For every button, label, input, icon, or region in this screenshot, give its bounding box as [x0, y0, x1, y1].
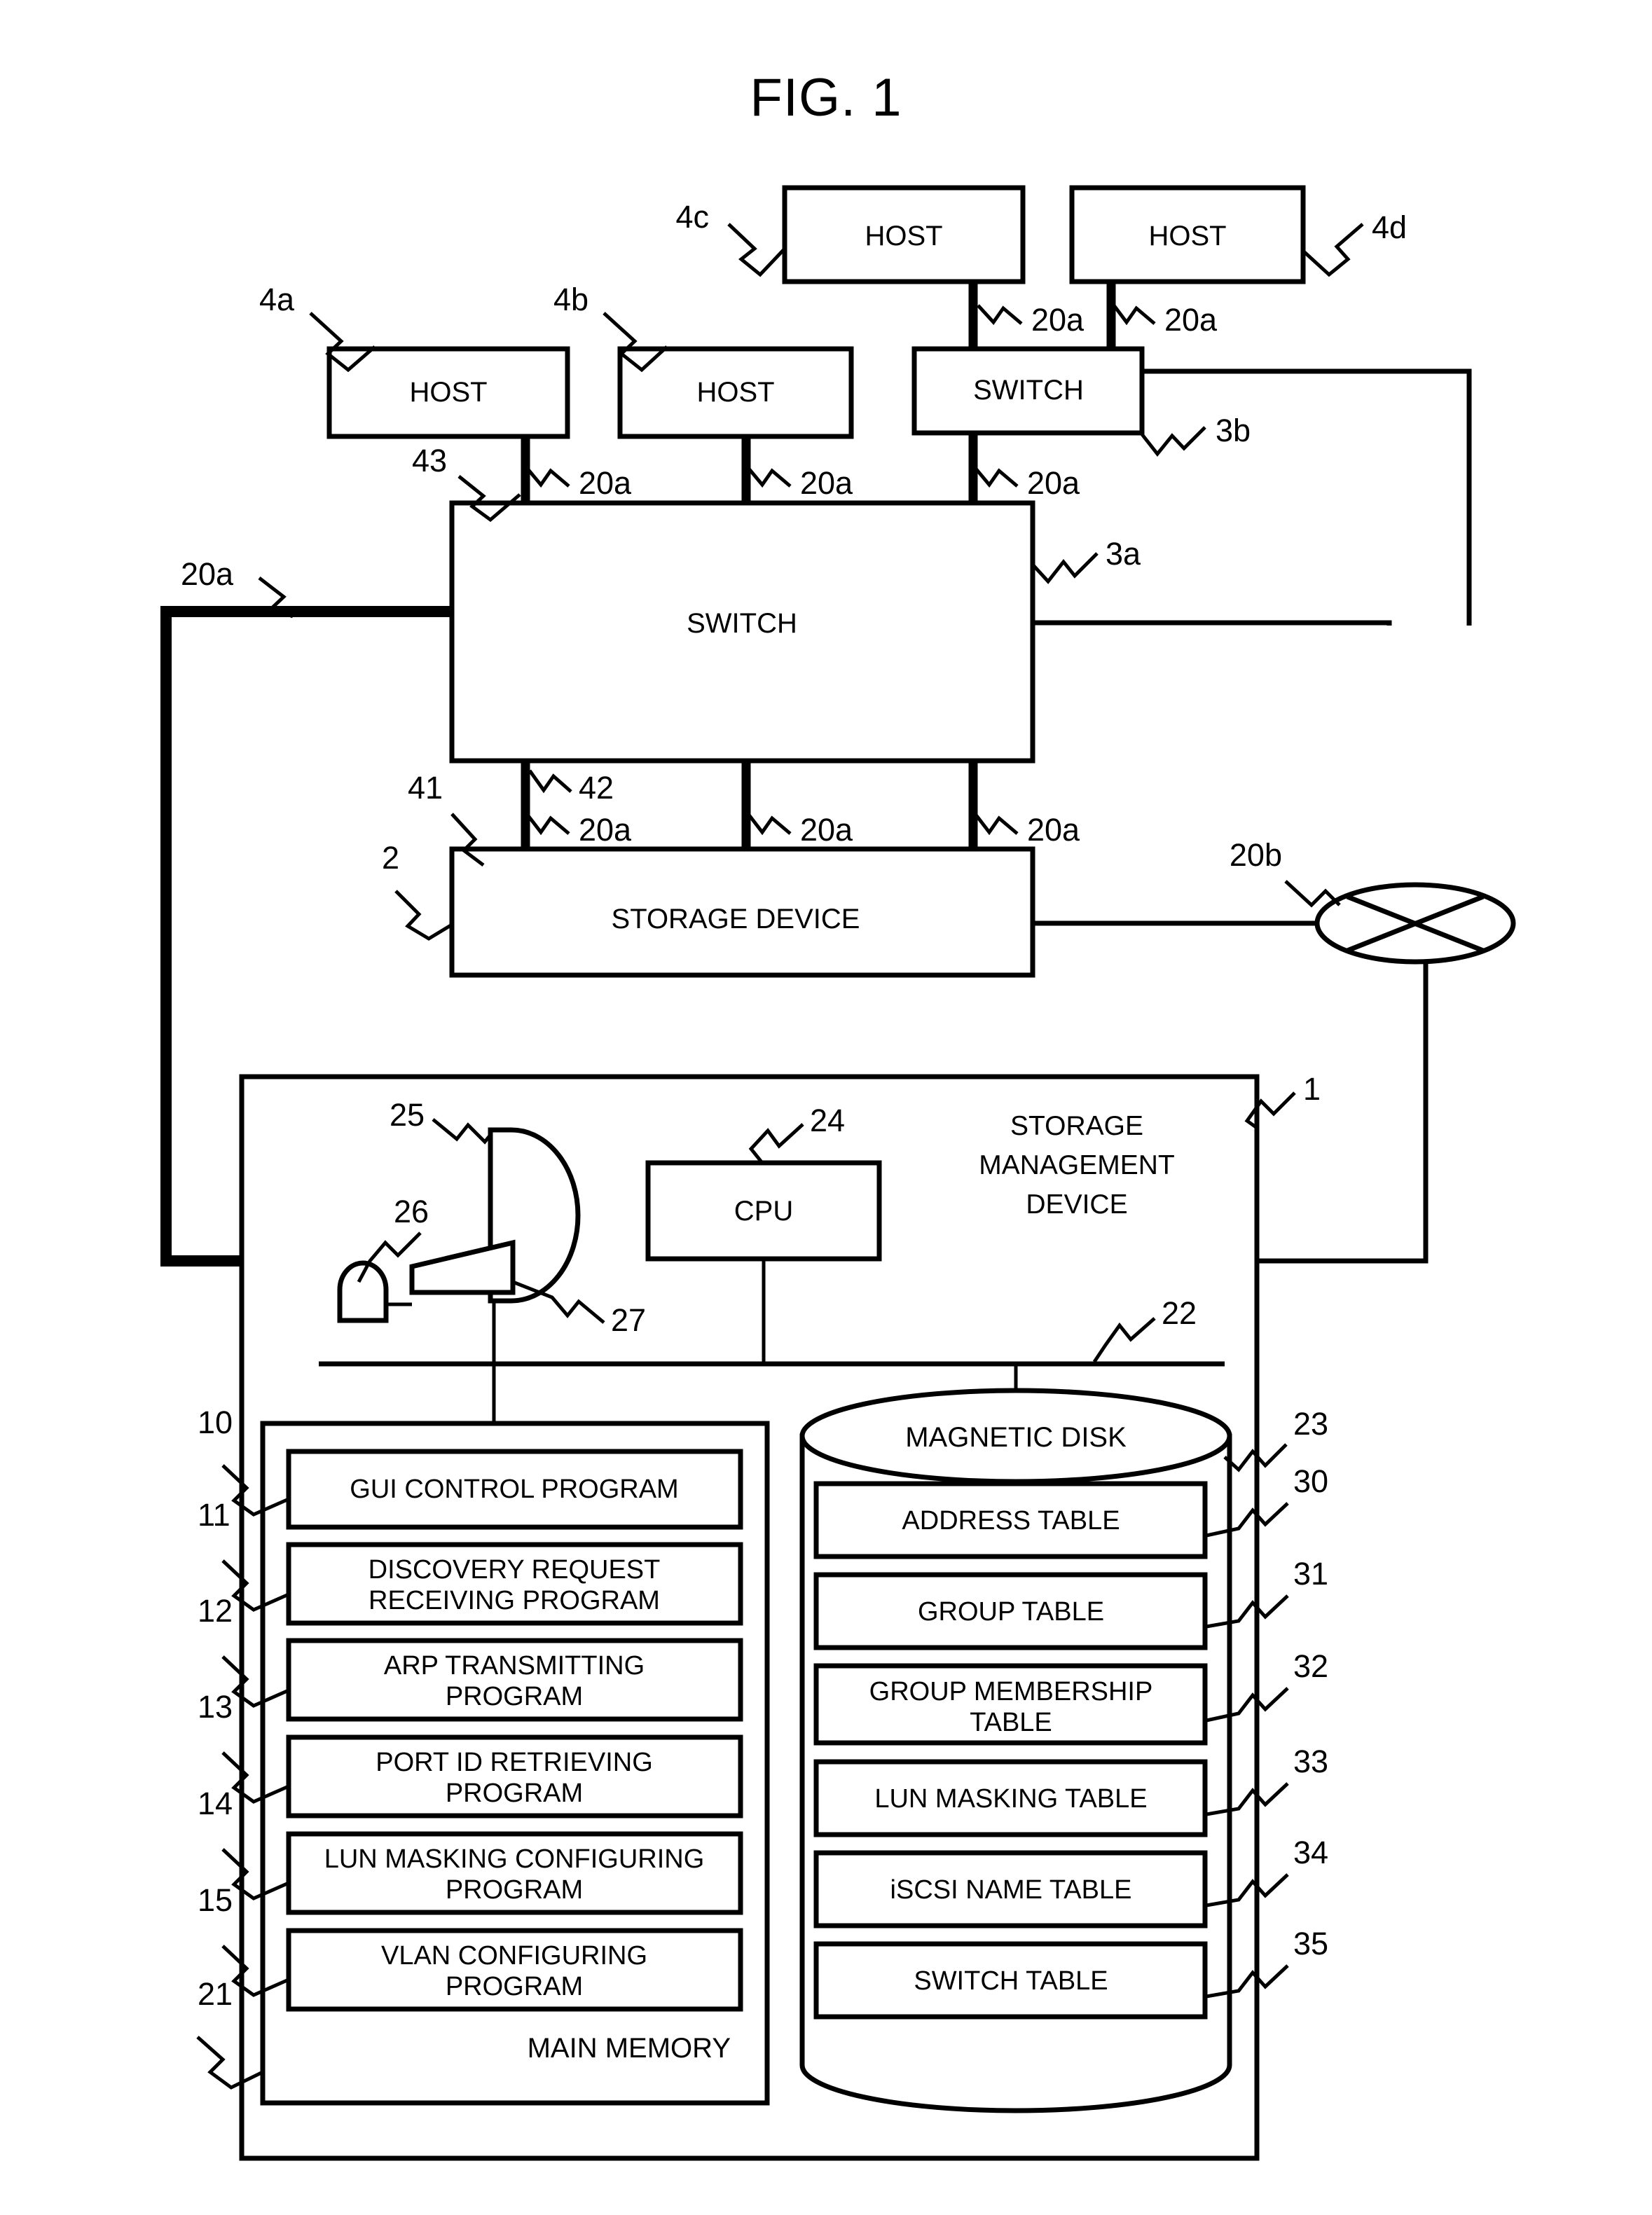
- ref-20b-label: 20b: [1230, 837, 1282, 873]
- program-11-line1: DISCOVERY REQUEST: [369, 1555, 661, 1585]
- table-30-line1: ADDRESS TABLE: [902, 1506, 1120, 1536]
- ref-31-label: 31: [1293, 1556, 1328, 1592]
- smd-label-line2: MANAGEMENT: [979, 1150, 1175, 1180]
- switch-3b-label: SWITCH: [973, 375, 1084, 406]
- ref-13-label: 13: [198, 1689, 233, 1725]
- ref-20a-4-label: 20a: [1031, 302, 1085, 338]
- figure-title: FIG. 1: [750, 68, 902, 127]
- ref-1-label: 1: [1303, 1071, 1321, 1107]
- program-15-line2: PROGRAM: [446, 1972, 583, 2001]
- ref-11-label: 11: [198, 1497, 230, 1533]
- ref-21-label: 21: [198, 1976, 233, 2012]
- ref-3b-label: 3b: [1216, 413, 1251, 448]
- ref-43-label: 43: [412, 443, 447, 478]
- host-4d-label: HOST: [1148, 221, 1226, 251]
- figure-canvas: FIG. 1 HOST HOST HOST HOST SWITCH SWITCH…: [160, 68, 1516, 2161]
- table-35-line1: SWITCH TABLE: [914, 1966, 1108, 1996]
- ref-23-label: 23: [1293, 1406, 1328, 1442]
- ref-33-label: 33: [1293, 1744, 1328, 1779]
- network-cloud-icon: [1314, 882, 1516, 965]
- host-4a-label: HOST: [409, 377, 487, 408]
- ref-3a-leader: [1031, 552, 1099, 584]
- ref-4d-leader: [1303, 223, 1364, 277]
- ref-20a-1-label: 20a: [579, 465, 632, 501]
- ref-20a-1-leader: [525, 467, 570, 488]
- ref-30-label: 30: [1293, 1463, 1328, 1499]
- switch-3a-label: SWITCH: [687, 608, 797, 639]
- program-10-line1: GUI CONTROL PROGRAM: [350, 1475, 678, 1504]
- program-12-line2: PROGRAM: [446, 1682, 583, 1711]
- storage-device-label: STORAGE DEVICE: [612, 904, 860, 934]
- ref-4d-label: 4d: [1372, 209, 1407, 245]
- ref-20a-6-label: 20a: [181, 556, 234, 592]
- ref-4c-label: 4c: [675, 199, 709, 235]
- ref-26-label: 26: [394, 1194, 429, 1229]
- ref-20a-7-leader: [525, 813, 570, 836]
- program-13-line1: PORT ID RETRIEVING: [376, 1748, 653, 1777]
- ref-20a-9-label: 20a: [1027, 812, 1080, 848]
- patent-figure-1: FIG. 1 HOST HOST HOST HOST SWITCH SWITCH…: [0, 0, 1652, 2215]
- ref-3a-label: 3a: [1106, 536, 1141, 572]
- ref-34-label: 34: [1293, 1835, 1328, 1870]
- table-33-line1: LUN MASKING TABLE: [874, 1784, 1147, 1814]
- main-memory-label: MAIN MEMORY: [528, 2033, 731, 2064]
- ref-15-label: 15: [198, 1882, 233, 1918]
- ref-22-label: 22: [1162, 1295, 1197, 1331]
- ref-20a-4-leader: [977, 304, 1023, 325]
- ref-12-label: 12: [198, 1593, 233, 1629]
- ref-20a-5-label: 20a: [1164, 302, 1218, 338]
- smd-label-line1: STORAGE: [1010, 1111, 1143, 1141]
- ref-42-leader: [528, 769, 572, 794]
- host-4c-label: HOST: [865, 221, 942, 251]
- link-switch3a-to-network: [1033, 620, 1392, 626]
- ref-20a-3-leader: [974, 467, 1019, 488]
- ref-35-label: 35: [1293, 1926, 1328, 1961]
- ref-20a-3-label: 20a: [1027, 465, 1080, 501]
- table-34-line1: iSCSI NAME TABLE: [890, 1875, 1132, 1905]
- table-32-line2: TABLE: [970, 1708, 1052, 1737]
- program-11-line2: RECEIVING PROGRAM: [369, 1586, 660, 1615]
- ref-25-label: 25: [390, 1097, 425, 1133]
- ref-20a-8-label: 20a: [800, 812, 853, 848]
- ref-20a-5-leader: [1113, 304, 1156, 326]
- ref-27-label: 27: [611, 1302, 646, 1338]
- program-15-line1: VLAN CONFIGURING: [381, 1941, 647, 1971]
- ref-24-label: 24: [810, 1103, 845, 1138]
- ref-20a-2-label: 20a: [800, 465, 853, 501]
- ref-32-label: 32: [1293, 1648, 1328, 1684]
- ref-41-label: 41: [408, 770, 443, 806]
- ref-4b-label: 4b: [553, 282, 588, 317]
- ref-4c-leader: [727, 223, 786, 277]
- ref-2-leader: [394, 890, 453, 941]
- magnetic-disk-label: MAGNETIC DISK: [905, 1422, 1127, 1453]
- ref-14-label: 14: [198, 1786, 233, 1821]
- smd-label-line3: DEVICE: [1026, 1189, 1127, 1220]
- ref-20a-7-label: 20a: [579, 812, 632, 848]
- table-32-line1: GROUP MEMBERSHIP: [869, 1677, 1153, 1706]
- ref-10-label: 10: [198, 1405, 233, 1440]
- ref-20a-9-leader: [974, 813, 1019, 836]
- ref-20a-8-leader: [747, 813, 792, 836]
- ref-42-label: 42: [579, 770, 614, 806]
- program-14-line2: PROGRAM: [446, 1875, 583, 1905]
- host-4b-label: HOST: [696, 377, 774, 408]
- ref-20a-2-leader: [747, 467, 792, 488]
- ref-4a-label: 4a: [259, 282, 295, 317]
- program-14-line1: LUN MASKING CONFIGURING: [324, 1844, 705, 1874]
- program-12-line1: ARP TRANSMITTING: [384, 1651, 645, 1681]
- ref-3b-leader: [1141, 426, 1206, 457]
- table-31-line1: GROUP TABLE: [918, 1597, 1104, 1627]
- link-switch3b-to-network: [1142, 368, 1472, 626]
- program-13-line2: PROGRAM: [446, 1779, 583, 1808]
- cpu-label: CPU: [734, 1196, 793, 1227]
- ref-2-label: 2: [382, 840, 399, 876]
